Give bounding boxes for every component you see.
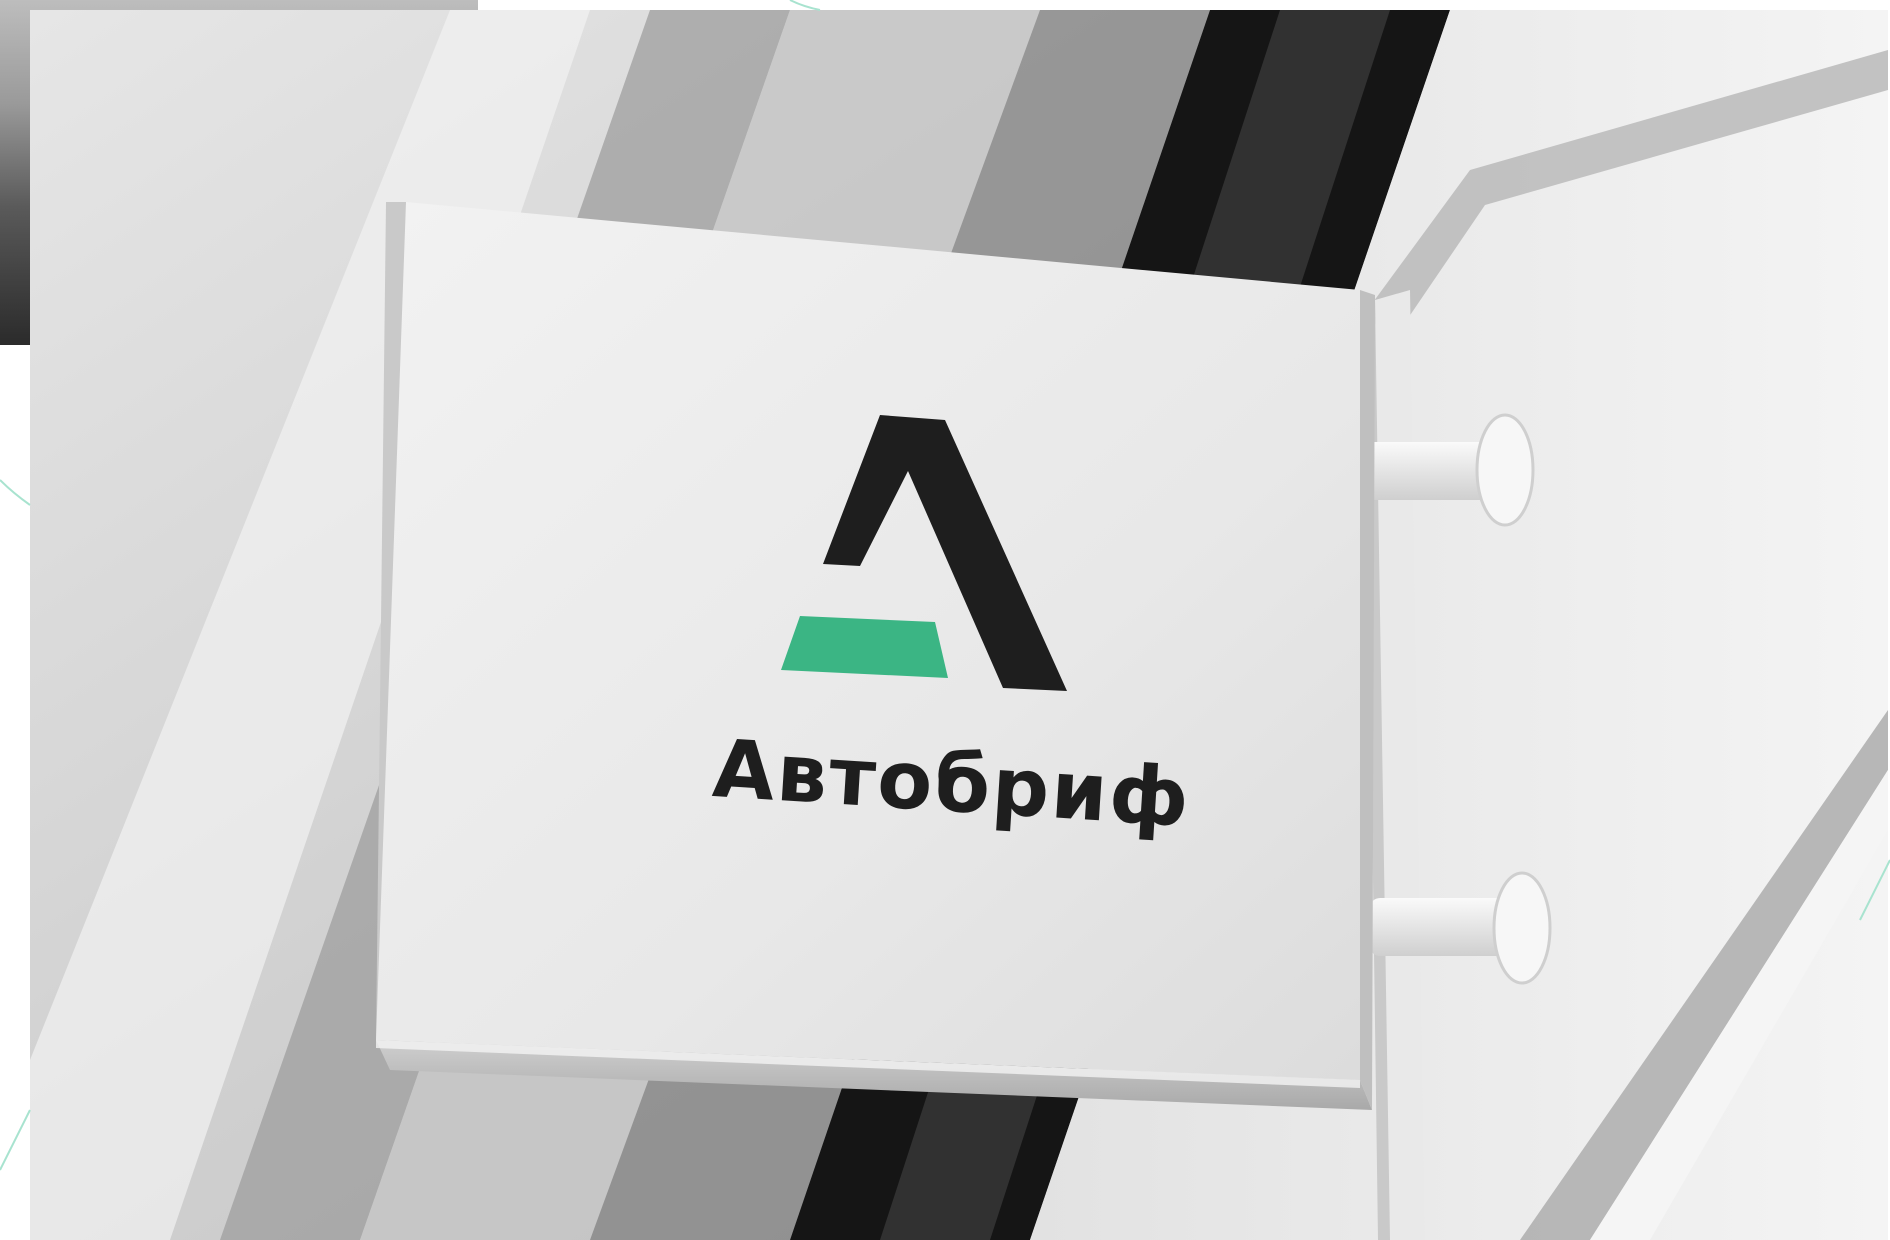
page: Автобриф bbox=[0, 0, 1890, 1240]
brand-logo-icon bbox=[781, 415, 1067, 691]
signboard-photo: Автобриф bbox=[30, 10, 1888, 1240]
